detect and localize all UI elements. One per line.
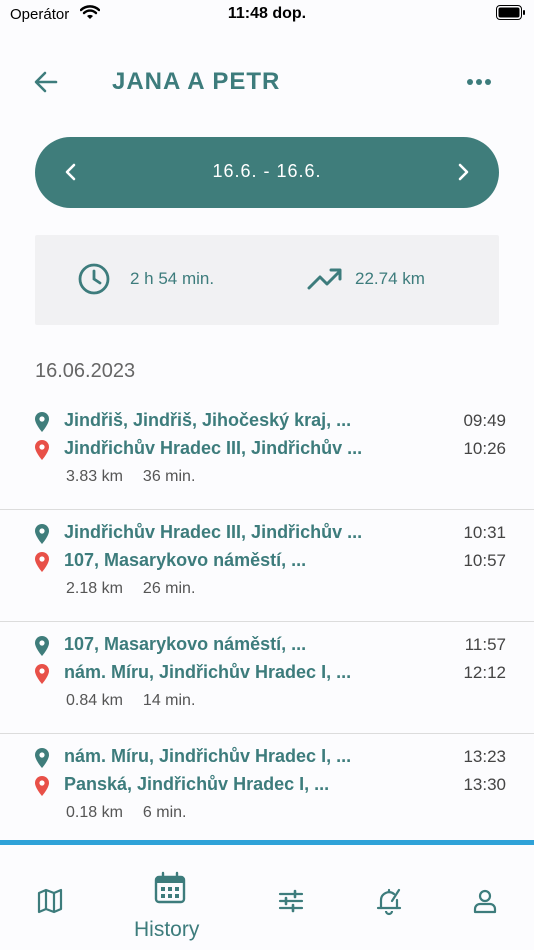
trip-item[interactable]: 107, Masarykovo náměstí, ... 11:57 nám. … — [0, 622, 534, 734]
date-range-selector: 16.6. - 16.6. — [35, 137, 499, 208]
next-period-button[interactable] — [449, 158, 477, 186]
nav-filters[interactable] — [262, 845, 320, 950]
nav-map[interactable] — [20, 845, 78, 950]
trip-start-place: nám. Míru, Jindřichův Hradec I, ... — [64, 746, 352, 766]
trip-end-place: Panská, Jindřichův Hradec I, ... — [64, 774, 330, 794]
end-location-pin-icon — [35, 664, 49, 684]
calendar-icon — [154, 871, 186, 904]
sliders-icon — [278, 889, 304, 913]
trip-stats: 3.83 km 36 min. — [66, 468, 195, 486]
more-options-icon[interactable] — [464, 70, 494, 94]
trip-start-time: 13:23 — [463, 747, 506, 766]
back-arrow-icon[interactable] — [30, 66, 62, 98]
nav-profile[interactable] — [456, 845, 514, 950]
trip-end-place: nám. Míru, Jindřichův Hradec I, ... — [64, 662, 352, 682]
trip-distance: 0.18 km — [66, 804, 123, 821]
trip-end-time: 10:26 — [463, 439, 506, 458]
trip-item[interactable]: Jindřiš, Jindřiš, Jihočeský kraj, ... 09… — [0, 398, 534, 510]
trip-start-place: Jindřiš, Jindřiš, Jihočeský kraj, ... — [64, 410, 352, 430]
person-icon — [473, 889, 497, 914]
alarm-icon — [376, 888, 402, 916]
clock-time: 11:48 dop. — [227, 5, 307, 22]
date-heading: 16.06.2023 — [35, 360, 136, 382]
trip-end-time: 13:30 — [463, 775, 506, 794]
trip-item[interactable]: nám. Míru, Jindřichův Hradec I, ... 13:2… — [0, 734, 534, 846]
nav-history-label: History — [134, 918, 200, 941]
battery-icon — [496, 5, 525, 20]
trip-distance: 2.18 km — [66, 580, 123, 597]
nav-history[interactable]: History — [120, 845, 220, 950]
app-header: JANA A PETR — [0, 52, 534, 112]
trip-distance: 0.84 km — [66, 692, 123, 709]
trip-distance: 3.83 km — [66, 468, 123, 485]
bottom-navigation: History — [0, 840, 534, 950]
map-icon — [37, 888, 63, 914]
trip-end-place: 107, Masarykovo náměstí, ... — [64, 550, 307, 570]
start-location-pin-icon — [35, 748, 49, 768]
trip-start-time: 11:57 — [464, 635, 506, 654]
trip-duration: 6 min. — [142, 804, 187, 821]
total-distance: 22.74 km — [355, 269, 425, 288]
trip-start-place: 107, Masarykovo náměstí, ... — [64, 634, 307, 654]
trip-stats: 0.84 km 14 min. — [66, 692, 195, 710]
trip-start-time: 10:31 — [463, 523, 506, 542]
nav-alarms[interactable] — [360, 845, 418, 950]
start-location-pin-icon — [35, 412, 49, 432]
trip-summary-card: 2 h 54 min. 22.74 km — [35, 235, 499, 325]
end-location-pin-icon — [35, 440, 49, 460]
trip-stats: 0.18 km 6 min. — [66, 804, 187, 822]
trip-duration: 36 min. — [142, 468, 196, 485]
start-location-pin-icon — [35, 524, 49, 544]
trip-item[interactable]: Jindřichův Hradec III, Jindřichův ... 10… — [0, 510, 534, 622]
trending-up-icon — [307, 268, 342, 290]
trip-duration: 14 min. — [142, 692, 196, 709]
page-title: JANA A PETR — [112, 68, 281, 95]
trip-end-place: Jindřichův Hradec III, Jindřichův ... — [64, 438, 363, 458]
trip-start-place: Jindřichův Hradec III, Jindřichův ... — [64, 522, 363, 542]
trip-stats: 2.18 km 26 min. — [66, 580, 195, 598]
trip-duration: 26 min. — [142, 580, 196, 597]
end-location-pin-icon — [35, 552, 49, 572]
total-duration: 2 h 54 min. — [130, 269, 215, 288]
trip-end-time: 12:12 — [463, 663, 506, 682]
trip-start-time: 09:49 — [463, 411, 506, 430]
start-location-pin-icon — [35, 636, 49, 656]
clock-icon — [78, 263, 110, 295]
date-range-label: 16.6. - 16.6. — [212, 161, 322, 181]
trip-end-time: 10:57 — [463, 551, 506, 570]
end-location-pin-icon — [35, 776, 49, 796]
status-bar: Operátor 11:48 dop. — [0, 0, 534, 30]
